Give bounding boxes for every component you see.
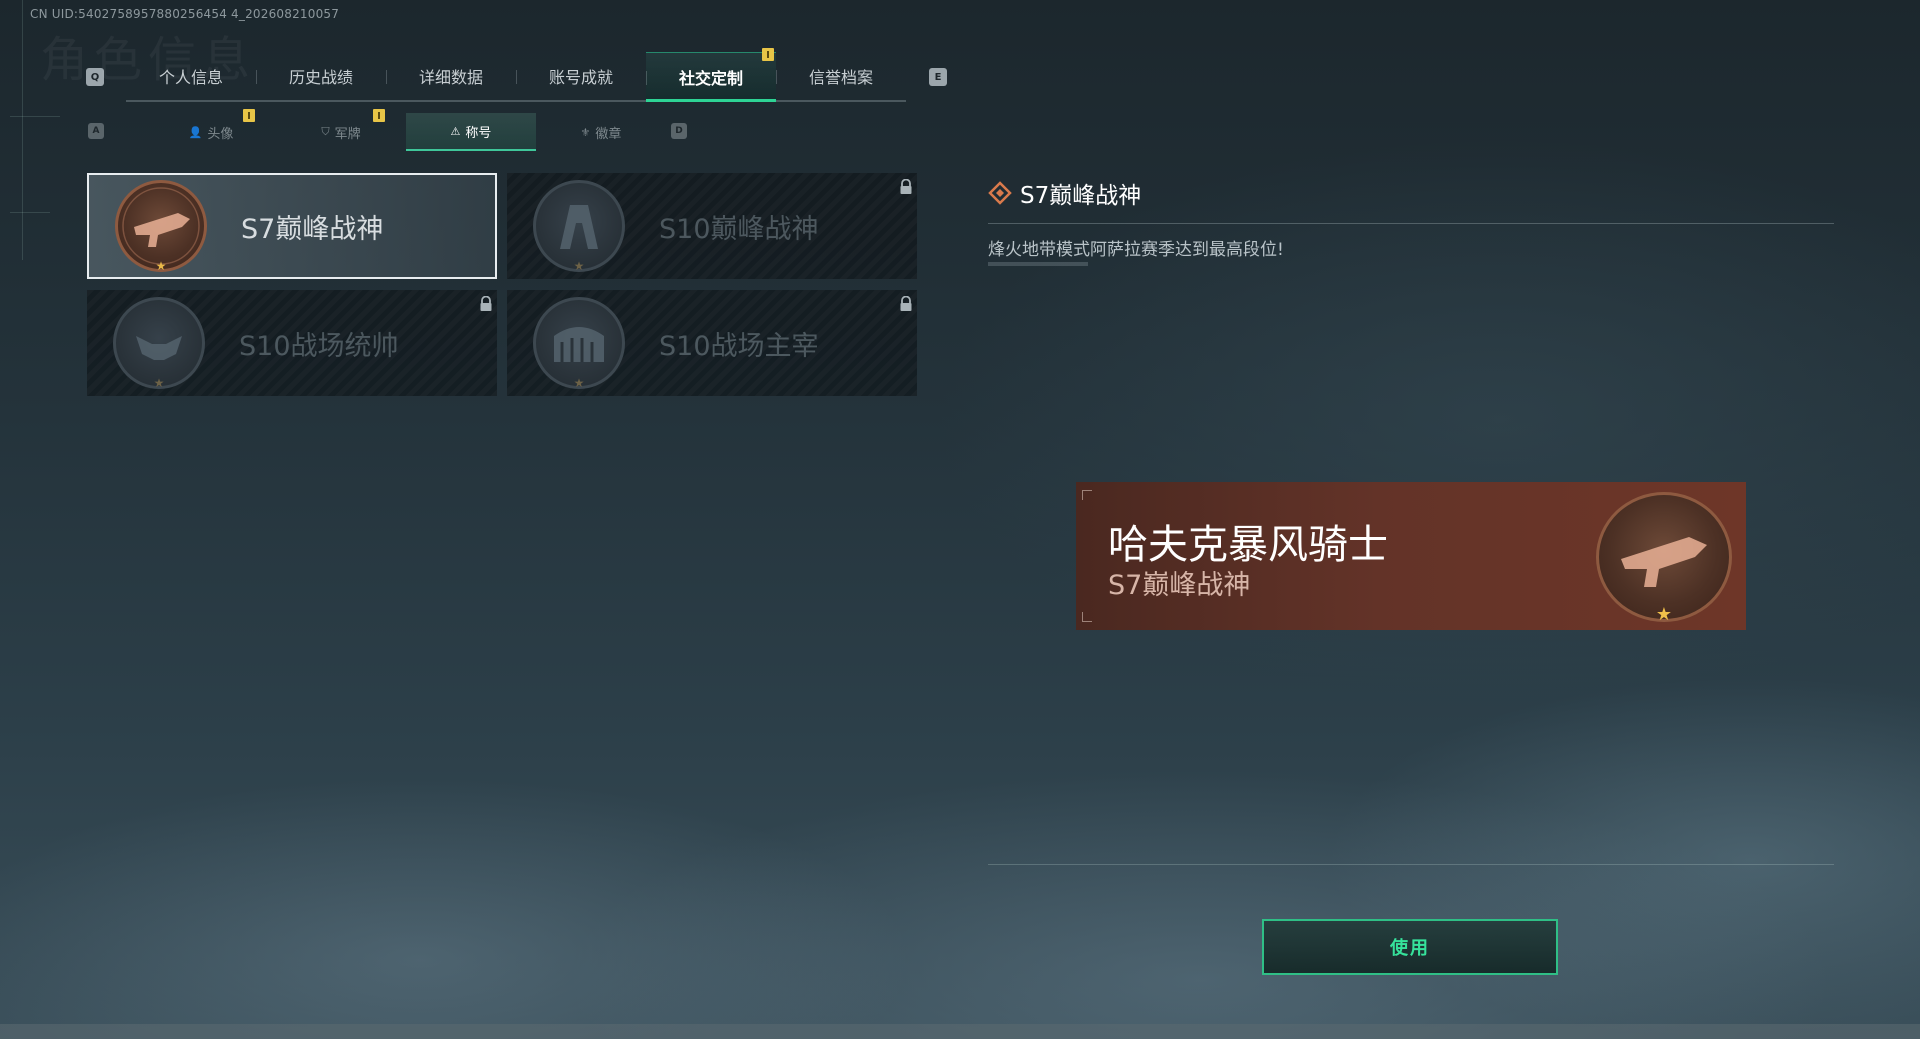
star-icon: ★ (1655, 604, 1673, 625)
divider (988, 864, 1834, 865)
title-card-s10-peak-god[interactable]: ★ S10巅峰战神 (507, 173, 917, 279)
tab-detailed-data[interactable]: 详细数据 (386, 52, 516, 100)
main-tabs: 个人信息 历史战绩 详细数据 账号成就 社交定制 信誉档案 (126, 52, 906, 102)
corner-mark (1082, 612, 1092, 622)
lock-icon (900, 179, 912, 194)
notification-icon (373, 109, 385, 122)
tab-achievements[interactable]: 账号成就 (516, 52, 646, 100)
detail-title-text: S7巅峰战神 (1020, 183, 1142, 209)
hotkey-a[interactable]: A (88, 123, 104, 139)
title-preview-card: 哈夫克暴风骑士 S7巅峰战神 ★ (1076, 482, 1746, 630)
sub-tabs: 👤 头像 ⛉ 军牌 ⚠ 称号 ⚜ 徽章 (146, 113, 666, 151)
subtab-avatar[interactable]: 👤 头像 (146, 113, 276, 151)
notification-icon (762, 48, 774, 61)
corner-mark (1082, 490, 1092, 500)
title-card-s7-peak-god[interactable]: ★ S7巅峰战神 (87, 173, 497, 279)
subtab-label: 徽章 (595, 126, 622, 142)
detail-title: S7巅峰战神 (988, 176, 1141, 210)
emblem-icon: ★ (1596, 492, 1732, 625)
hotkey-e[interactable]: E (929, 68, 947, 86)
divider (988, 262, 1088, 266)
lock-icon (900, 296, 912, 311)
title-card-name: S10战场主宰 (659, 330, 819, 362)
hotkey-q[interactable]: Q (86, 68, 104, 86)
tab-personal-info[interactable]: 个人信息 (126, 52, 256, 100)
title-card-name: S10巅峰战神 (659, 213, 819, 245)
decor-line (10, 116, 60, 117)
wing-icon: ⚜ (580, 125, 591, 139)
subtab-label: 头像 (207, 126, 234, 142)
preview-player-name: 哈夫克暴风骑士 (1108, 522, 1388, 568)
emblem-icon: ★ (533, 180, 625, 273)
title-card-name: S7巅峰战神 (241, 213, 384, 245)
title-card-s10-dominator[interactable]: ★ S10战场主宰 (507, 290, 917, 396)
subtab-badge[interactable]: ⚜ 徽章 (536, 113, 666, 151)
tab-history[interactable]: 历史战绩 (256, 52, 386, 100)
uid-text: CN UID:5402758957880256454 4_20260821005… (30, 7, 340, 21)
divider (988, 223, 1834, 224)
decor-line (10, 212, 50, 213)
footer-bar (0, 1024, 1920, 1039)
lock-icon (480, 296, 492, 311)
title-card-s10-commander[interactable]: ★ S10战场统帅 (87, 290, 497, 396)
subtab-label: 军牌 (334, 126, 361, 142)
subtab-label: 称号 (465, 125, 492, 141)
detail-description: 烽火地带模式阿萨拉赛季达到最高段位! (988, 240, 1284, 260)
tab-credit-record[interactable]: 信誉档案 (776, 52, 906, 100)
emblem-icon: ★ (533, 297, 625, 390)
star-icon: ★ (573, 376, 585, 390)
notification-icon (243, 109, 255, 122)
subtab-title[interactable]: ⚠ 称号 (406, 113, 536, 151)
title-card-name: S10战场统帅 (239, 330, 399, 362)
triangle-icon: ⚠ (450, 124, 461, 138)
dogtag-icon: ⛉ (321, 125, 330, 138)
person-icon: 👤 (188, 125, 203, 139)
star-icon: ★ (573, 259, 585, 273)
emblem-icon: ★ (113, 297, 205, 390)
emblem-icon: ★ (115, 180, 207, 273)
diamond-icon (988, 181, 1012, 205)
subtab-dogtag[interactable]: ⛉ 军牌 (276, 113, 406, 151)
decor-line (22, 0, 23, 260)
hotkey-d[interactable]: D (671, 123, 687, 139)
star-icon: ★ (155, 259, 167, 273)
tab-social-custom[interactable]: 社交定制 (646, 52, 776, 102)
use-button[interactable]: 使用 (1262, 919, 1558, 975)
preview-title: S7巅峰战神 (1108, 570, 1251, 601)
star-icon: ★ (153, 376, 165, 390)
